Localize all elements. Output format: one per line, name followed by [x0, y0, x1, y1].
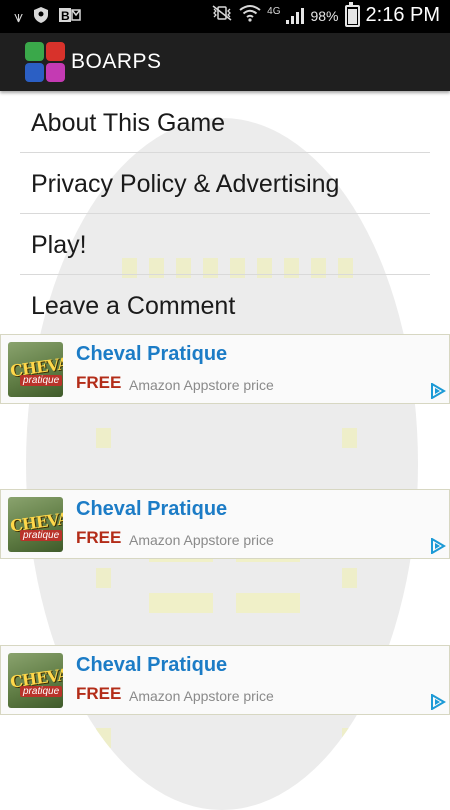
ad-title: Cheval Pratique	[76, 343, 228, 365]
network-type-label: 4G	[267, 5, 281, 17]
ad-banner[interactable]: CHEVAL pratique Cheval Pratique FREE Ama…	[0, 645, 450, 715]
ad-price-text: Amazon Appstore price	[129, 688, 274, 704]
ad-choices-icon[interactable]	[430, 383, 446, 399]
ad-title: Cheval Pratique	[76, 654, 228, 676]
ad-app-logo: CHEVAL pratique	[8, 497, 63, 552]
shield-icon	[33, 6, 49, 29]
status-time: 2:16 PM	[365, 4, 440, 26]
ad-logo-subtext: pratique	[20, 375, 63, 386]
status-bar-notifications: ⩛ B	[14, 6, 81, 29]
battery-percent: 98%	[310, 7, 339, 24]
app-logo-icon[interactable]	[25, 42, 65, 82]
menu-item-play[interactable]: Play!	[20, 214, 430, 275]
menu-item-leave-comment[interactable]: Leave a Comment	[20, 275, 430, 335]
b-notification-icon: B	[59, 7, 81, 28]
ad-logo-subtext: pratique	[20, 530, 63, 541]
ad-free-badge: FREE	[76, 528, 122, 547]
ad-price-text: Amazon Appstore price	[129, 377, 274, 393]
svg-text:B: B	[61, 9, 70, 23]
ad-choices-icon[interactable]	[430, 694, 446, 710]
ad-logo-subtext: pratique	[20, 686, 63, 697]
usb-icon: ⩛	[14, 8, 24, 26]
signal-icon	[286, 7, 305, 24]
app-title: BOARPS	[71, 50, 162, 73]
main-menu: About This Game Privacy Policy & Adverti…	[20, 92, 430, 335]
mute-vibrate-icon	[211, 4, 233, 27]
ad-free-badge: FREE	[76, 373, 122, 392]
wifi-icon	[239, 4, 261, 27]
ad-free-badge: FREE	[76, 684, 122, 703]
ad-app-logo: CHEVAL pratique	[8, 653, 63, 708]
status-bar-system: 4G 98% 2:16 PM	[211, 1, 440, 27]
ad-choices-icon[interactable]	[430, 538, 446, 554]
battery-icon	[344, 1, 360, 27]
ad-price-text: Amazon Appstore price	[129, 532, 274, 548]
ad-banner[interactable]: CHEVAL pratique Cheval Pratique FREE Ama…	[0, 334, 450, 404]
menu-item-privacy-policy[interactable]: Privacy Policy & Advertising	[20, 153, 430, 214]
ad-title: Cheval Pratique	[76, 498, 228, 520]
menu-item-about[interactable]: About This Game	[20, 92, 430, 153]
ad-app-logo: CHEVAL pratique	[8, 342, 63, 397]
action-bar: BOARPS	[0, 33, 450, 91]
status-bar: ⩛ B 4G 98% 2:16 PM	[0, 0, 450, 33]
ad-banner[interactable]: CHEVAL pratique Cheval Pratique FREE Ama…	[0, 489, 450, 559]
